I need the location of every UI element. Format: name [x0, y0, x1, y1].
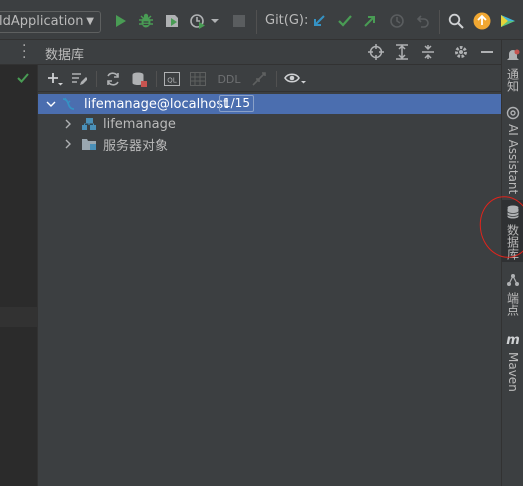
stripe-button-database[interactable]: 数据库 — [502, 200, 523, 262]
git-commit-icon[interactable] — [336, 12, 354, 30]
current-line-highlight — [0, 307, 38, 327]
git-update-icon[interactable] — [310, 12, 328, 30]
stop-icon[interactable] — [130, 70, 148, 88]
search-icon[interactable] — [447, 12, 465, 30]
tree-item-datasource[interactable]: lifemanage@localhost 1/15 — [38, 94, 501, 114]
history-icon[interactable] — [388, 12, 406, 30]
expand-all-icon[interactable] — [393, 43, 411, 61]
toolbar-divider — [156, 71, 157, 87]
tree-item-label: lifemanage@localhost — [84, 96, 229, 112]
stripe-label: 端点 — [505, 292, 520, 316]
git-push-icon[interactable] — [361, 12, 379, 30]
toolbar-divider — [439, 10, 440, 34]
datasource-icon — [62, 96, 78, 112]
chevron-down-icon: ▼ — [86, 16, 94, 27]
stripe-button-ai-assistant[interactable]: AI Assistant — [502, 102, 523, 195]
stripe-button-maven[interactable]: m Maven — [502, 328, 523, 394]
refresh-icon[interactable] — [104, 70, 122, 88]
update-icon[interactable] — [473, 12, 491, 30]
selection-count-badge: 1/15 — [219, 95, 254, 112]
ai-assistant-icon — [505, 106, 521, 120]
ddl-label: DDL — [217, 72, 241, 86]
editor-strip: · · · — [0, 39, 38, 486]
query-console-icon[interactable]: QL — [163, 70, 181, 88]
right-tool-stripe: 通知 AI Assistant 数据库 端点 m Maven — [501, 40, 523, 486]
tree-item-label: 服务器对象 — [103, 138, 169, 154]
stripe-label: Maven — [506, 352, 520, 392]
stop-icon[interactable] — [230, 12, 248, 30]
editor-strip-header: · · · — [0, 39, 38, 65]
rollback-icon[interactable] — [414, 12, 432, 30]
coverage-icon[interactable] — [163, 12, 181, 30]
add-icon[interactable] — [46, 70, 64, 88]
ql-label: QL — [167, 77, 177, 85]
toolbar-divider — [256, 10, 257, 34]
run-icon[interactable] — [111, 12, 129, 30]
table-editor-icon[interactable] — [189, 70, 207, 88]
settings-icon[interactable] — [452, 43, 470, 61]
database-toolbar: QL DDL — [38, 66, 501, 92]
tree-item-server-objects[interactable]: 服务器对象 — [38, 134, 501, 154]
database-panel: 数据库 QL DDL lifemanage@localhost 1/15 lif… — [38, 40, 501, 486]
collapse-all-icon[interactable] — [419, 43, 437, 61]
database-icon — [505, 204, 521, 220]
plugin-icon[interactable] — [499, 12, 517, 30]
main-toolbar: ldApplication ▼ Git(G): — [0, 0, 523, 40]
view-options-icon[interactable] — [282, 70, 308, 88]
toolbar-divider — [96, 71, 97, 87]
tree-item-schema[interactable]: lifemanage — [38, 114, 501, 134]
git-label: Git(G): — [265, 13, 309, 28]
hide-icon[interactable] — [478, 43, 496, 61]
toolbar-divider — [276, 71, 277, 87]
chevron-down-icon[interactable] — [208, 12, 222, 30]
more-options-icon[interactable]: · · · — [22, 39, 26, 65]
stripe-button-notifications[interactable]: 通知 — [502, 44, 523, 100]
chevron-down-icon[interactable] — [45, 98, 57, 110]
stripe-label: AI Assistant — [506, 124, 520, 195]
chevron-right-icon[interactable] — [62, 118, 74, 130]
debug-icon[interactable] — [137, 12, 155, 30]
locate-icon[interactable] — [367, 43, 385, 61]
run-configuration-select[interactable]: ldApplication ▼ — [0, 11, 101, 33]
schema-icon — [81, 116, 97, 132]
stripe-label: 通知 — [505, 68, 520, 92]
endpoints-icon — [505, 272, 521, 288]
properties-icon[interactable] — [70, 70, 88, 88]
stripe-button-endpoints[interactable]: 端点 — [502, 268, 523, 326]
chevron-right-icon[interactable] — [62, 138, 74, 150]
stripe-label: 数据库 — [505, 224, 520, 260]
jump-to-source-icon[interactable] — [250, 70, 268, 88]
profile-icon[interactable] — [189, 12, 207, 30]
ddl-button[interactable]: DDL — [216, 70, 242, 88]
panel-title: 数据库 — [45, 48, 85, 63]
notification-icon — [505, 48, 521, 64]
database-panel-header: 数据库 — [38, 40, 501, 65]
maven-icon: m — [506, 332, 520, 348]
checkmark-icon — [17, 72, 29, 87]
server-objects-icon — [81, 136, 97, 152]
tree-item-label: lifemanage — [103, 116, 176, 132]
run-configuration-label: ldApplication — [0, 14, 84, 29]
